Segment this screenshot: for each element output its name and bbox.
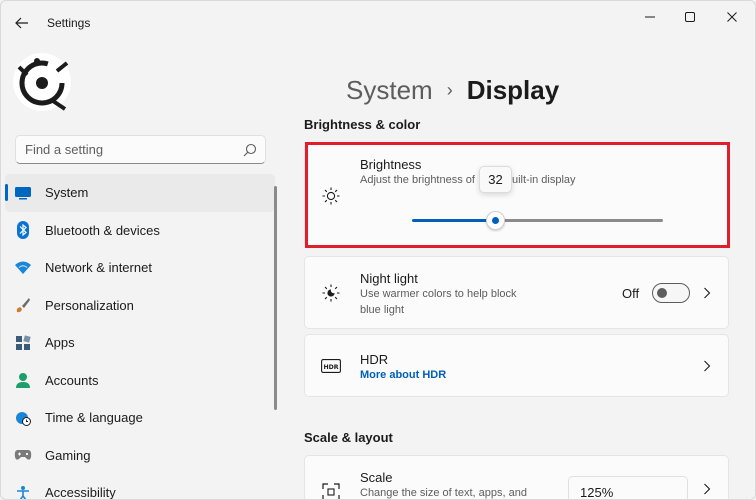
apps-icon (14, 334, 32, 352)
night-light-toggle[interactable] (652, 283, 690, 303)
sidebar-item-label: System (45, 185, 89, 201)
sidebar-item-personalization[interactable]: Personalization (5, 287, 275, 325)
close-button[interactable] (715, 7, 749, 27)
sidebar-item-time-language[interactable]: Time & language (5, 399, 275, 437)
sidebar-item-system[interactable]: System (5, 174, 275, 212)
sidebar-item-label: Accessibility (45, 485, 116, 500)
brightness-description-end: uilt-in display (511, 174, 576, 186)
back-button[interactable] (11, 12, 33, 34)
accessibility-icon (14, 484, 32, 499)
page-title: Display (466, 75, 560, 105)
scale-dropdown[interactable]: 125% (568, 476, 688, 500)
close-icon (727, 12, 737, 22)
user-avatar[interactable] (13, 53, 71, 111)
system-icon (14, 184, 32, 202)
sidebar-item-bluetooth[interactable]: Bluetooth & devices (5, 212, 275, 250)
maximize-button[interactable] (673, 7, 707, 27)
title-bar: Settings (1, 1, 755, 45)
night-light-title: Night light (360, 271, 418, 286)
sidebar-item-label: Network & internet (45, 260, 152, 276)
chevron-right-icon[interactable] (702, 286, 712, 300)
hdr-more-link[interactable]: More about HDR (360, 369, 446, 381)
brightness-description-start: Adjust the brightness of (360, 174, 475, 186)
section-title-scale-layout: Scale & layout (304, 430, 393, 445)
night-light-icon (321, 283, 341, 303)
section-title-brightness-color: Brightness & color (304, 117, 421, 132)
globe-clock-icon (14, 409, 32, 427)
chevron-right-icon[interactable] (702, 359, 712, 373)
breadcrumb-separator-icon: › (446, 80, 453, 100)
sidebar-item-label: Personalization (45, 297, 134, 313)
search-box[interactable] (15, 135, 266, 164)
sidebar-item-label: Apps (45, 335, 75, 351)
scale-title: Scale (360, 470, 393, 485)
brightness-value-tooltip: 32 (479, 166, 512, 193)
brightness-description: Adjust the brightness of uilt-in display (360, 173, 576, 188)
hdr-title: HDR (360, 352, 389, 367)
scale-description: Change the size of text, apps, and (360, 487, 527, 499)
sidebar-item-label: Time & language (45, 410, 143, 426)
scale-dropdown-value: 125% (580, 485, 614, 500)
accounts-icon (14, 371, 32, 389)
chevron-right-icon[interactable] (702, 482, 712, 496)
brightness-icon (321, 186, 341, 206)
back-arrow-icon (15, 17, 28, 29)
sidebar-item-label: Accounts (45, 372, 99, 388)
sidebar-nav: System Bluetooth & devices Network & int… (5, 174, 275, 500)
sidebar-item-accessibility[interactable]: Accessibility (5, 474, 275, 500)
sidebar-scrollbar[interactable] (274, 186, 277, 410)
night-light-description-line1: Use warmer colors to help block (360, 288, 517, 300)
brightness-slider-fill[interactable] (412, 219, 491, 222)
sidebar-item-label: Gaming (45, 447, 91, 463)
app-title: Settings (47, 16, 91, 30)
breadcrumb: System › Display (346, 75, 559, 106)
sidebar-item-gaming[interactable]: Gaming (5, 437, 275, 475)
search-input[interactable] (16, 136, 236, 163)
brightness-title: Brightness (360, 157, 422, 172)
search-icon[interactable] (243, 143, 257, 157)
brightness-slider-thumb[interactable] (486, 211, 505, 230)
sidebar-item-apps[interactable]: Apps (5, 324, 275, 362)
wifi-icon (14, 259, 32, 277)
brush-icon (14, 296, 32, 314)
avatar-logo-icon (17, 58, 69, 111)
settings-window: Settings Find a setting System Bluetooth… (0, 0, 756, 500)
minimize-icon (645, 16, 655, 18)
sidebar-item-accounts[interactable]: Accounts (5, 362, 275, 400)
night-light-description-line2: blue light (360, 304, 405, 316)
hdr-card[interactable]: HDR HDR More about HDR (304, 334, 729, 397)
gamepad-icon (14, 446, 32, 464)
bluetooth-icon (14, 221, 32, 240)
brightness-slider-track[interactable] (491, 219, 663, 222)
minimize-button[interactable] (633, 7, 667, 27)
breadcrumb-parent[interactable]: System (346, 75, 433, 106)
maximize-icon (685, 12, 695, 22)
sidebar-item-label: Bluetooth & devices (45, 222, 160, 238)
scale-icon (321, 482, 341, 499)
sidebar-item-network[interactable]: Network & internet (5, 249, 275, 287)
hdr-icon-text: HDR (323, 364, 338, 371)
brightness-card: Brightness Adjust the brightness of uilt-… (304, 142, 729, 248)
night-light-state-label: Off (622, 286, 640, 301)
hdr-icon: HDR (321, 356, 341, 376)
